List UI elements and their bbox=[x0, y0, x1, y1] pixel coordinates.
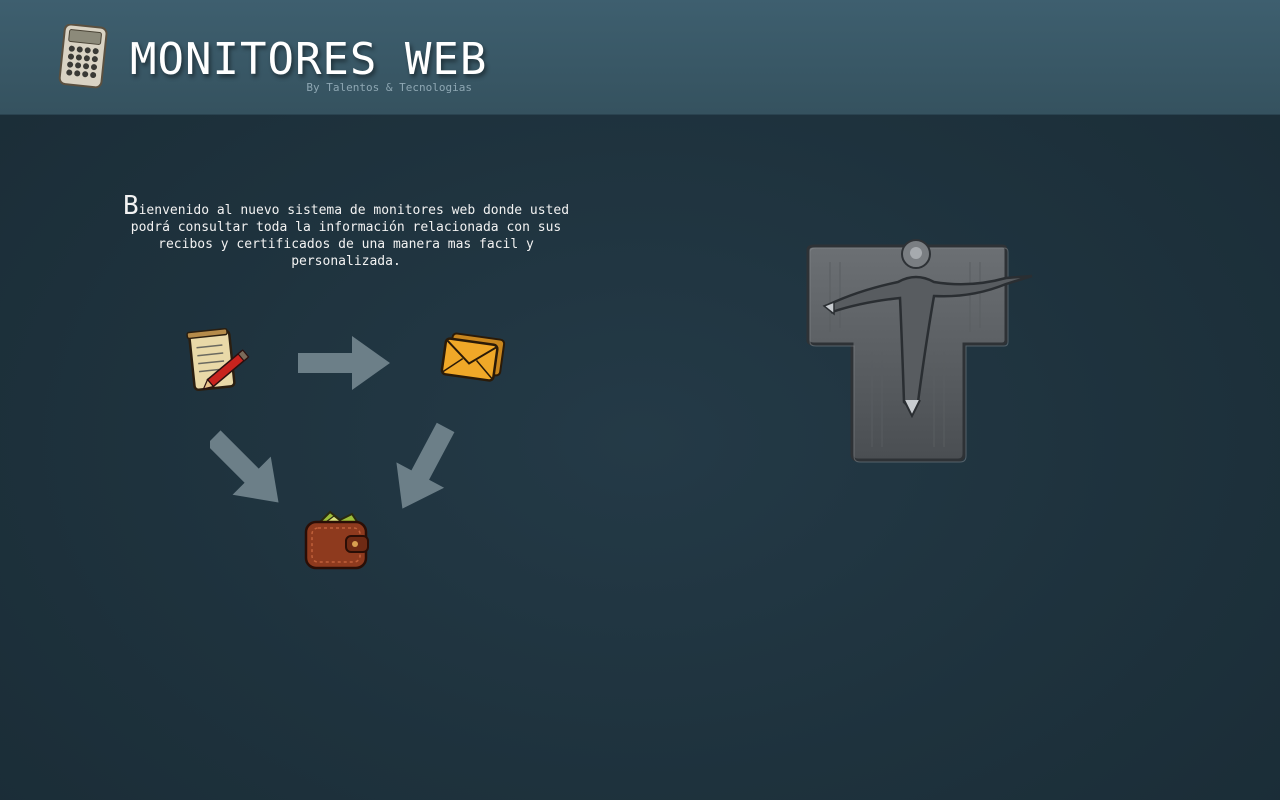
arrow-down-right-icon bbox=[210, 430, 279, 503]
notepad-pencil-icon[interactable] bbox=[184, 326, 256, 396]
arrow-right-icon bbox=[298, 336, 390, 390]
welcome-dropcap: B bbox=[122, 191, 139, 221]
arrow-down-left-icon bbox=[396, 422, 455, 509]
site-title: MONITORES WEB bbox=[130, 34, 488, 85]
envelope-icon[interactable] bbox=[438, 328, 508, 386]
calculator-icon[interactable] bbox=[58, 24, 110, 90]
t-figure-emblem-icon bbox=[806, 239, 1033, 463]
welcome-body: ienvenido al nuevo sistema de monitores … bbox=[130, 203, 570, 269]
site-subtitle: By Talentos & Tecnologias bbox=[306, 81, 472, 94]
welcome-text: Bienvenido al nuevo sistema de monitores… bbox=[112, 193, 580, 270]
header-bar: MONITORES WEB By Talentos & Tecnologias bbox=[0, 0, 1280, 115]
page-background bbox=[0, 0, 1280, 800]
wallet-icon[interactable] bbox=[300, 508, 374, 574]
